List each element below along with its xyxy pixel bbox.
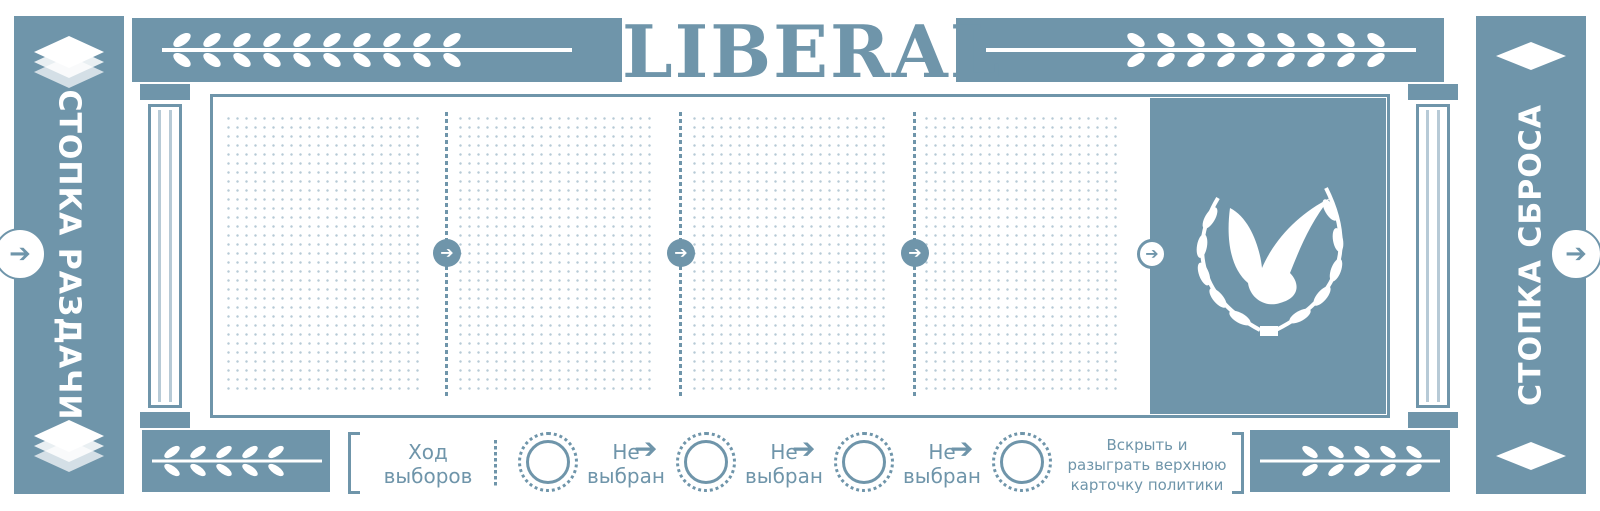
policy-slot-5-win[interactable]	[1150, 98, 1386, 414]
arrow-right-icon: ➔	[634, 432, 658, 465]
policy-slot-1[interactable]	[224, 114, 424, 396]
arrow-right-icon: ➔	[792, 432, 816, 465]
election-tracker-title: Ход выборов	[383, 440, 473, 488]
right-pillar	[1408, 84, 1458, 428]
election-marker-space-2[interactable]	[676, 432, 736, 492]
arrow-right-icon: ➔	[667, 239, 695, 267]
arrow-right-icon: ➔	[433, 239, 461, 267]
arrow-right-icon: ➔	[1137, 239, 1167, 269]
election-marker-space-1[interactable]	[518, 432, 578, 492]
arrow-right-icon: ➔	[950, 432, 974, 465]
dove-wreath-icon	[1196, 187, 1344, 336]
left-pillar	[140, 84, 190, 428]
policy-slot-3[interactable]	[690, 114, 890, 396]
top-right-banner	[956, 18, 1444, 82]
discard-pile-label: СТОПКА СБРОСА	[1513, 104, 1549, 406]
election-marker-space-4[interactable]	[992, 432, 1052, 492]
top-left-banner	[132, 18, 622, 82]
bottom-right-banner	[1250, 430, 1450, 492]
laurel-branch-icon	[162, 32, 572, 68]
arrow-right-icon: ➔	[1550, 228, 1600, 280]
policy-slot-4[interactable]	[922, 114, 1122, 396]
laurel-branch-icon	[152, 445, 322, 477]
election-marker-space-3[interactable]	[834, 432, 894, 492]
policy-slot-2[interactable]	[456, 114, 656, 396]
tracker-bracket-right	[1232, 432, 1244, 494]
tracker-bracket-left	[348, 432, 360, 494]
bottom-left-banner	[142, 430, 330, 492]
laurel-branch-icon	[1260, 445, 1440, 477]
tracker-separator	[494, 440, 497, 486]
board-title: LIBERAL	[622, 9, 1003, 94]
laurel-branch-icon	[986, 32, 1416, 68]
arrow-right-icon: ➔	[901, 239, 929, 267]
chaos-instruction: Вскрыть и разыграть верхнюю карточку пол…	[1067, 436, 1227, 494]
liberal-board: СТОПКА РАЗДАЧИ ➔ СТОПКА СБРОСА ➔ LIBERAL…	[0, 0, 1600, 511]
draw-pile-label: СТОПКА РАЗДАЧИ	[51, 89, 87, 421]
